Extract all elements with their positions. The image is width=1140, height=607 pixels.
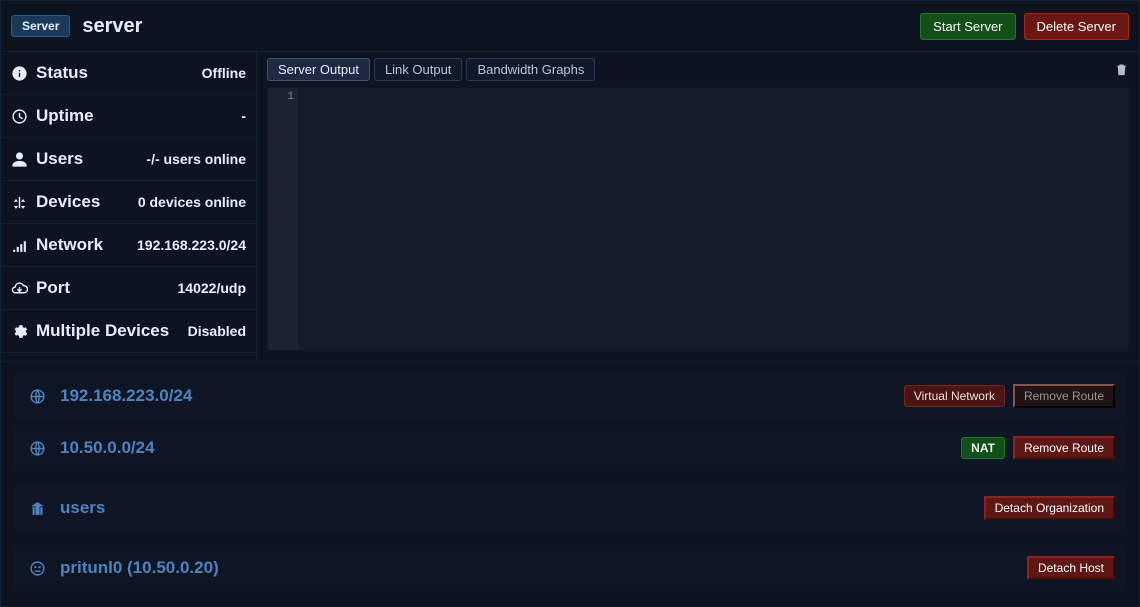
host-name: pritunl0 (10.50.0.20) xyxy=(60,558,219,578)
tab-bandwidth-graphs[interactable]: Bandwidth Graphs xyxy=(466,58,595,81)
sidebar-row-uptime: Uptime - xyxy=(1,95,256,138)
user-icon xyxy=(11,151,28,168)
sidebar-value-status: Offline xyxy=(202,65,246,81)
gear-icon xyxy=(11,323,28,340)
sidebar-label-status: Status xyxy=(36,63,88,83)
sidebar-value-users: -/- users online xyxy=(146,151,246,167)
detach-host-button[interactable]: Detach Host xyxy=(1027,556,1115,580)
route-row: 10.50.0.0/24 NAT Remove Route xyxy=(14,426,1126,470)
console-body[interactable] xyxy=(298,88,1128,350)
tab-link-output[interactable]: Link Output xyxy=(374,58,463,81)
delete-server-button[interactable]: Delete Server xyxy=(1024,13,1129,40)
body-row: Status Offline Uptime - Users -/- users … xyxy=(1,52,1139,361)
server-chip: Server xyxy=(11,15,70,37)
sidebar-label-network: Network xyxy=(36,235,103,255)
sidebar-row-multiple-devices: Multiple Devices Disabled xyxy=(1,310,256,353)
nat-badge: NAT xyxy=(961,437,1005,459)
tabs: Server Output Link Output Bandwidth Grap… xyxy=(267,58,595,81)
sidebar-label-port: Port xyxy=(36,278,70,298)
sidebar-value-port: 14022/udp xyxy=(178,280,246,296)
sidebar-label-devices: Devices xyxy=(36,192,100,212)
sidebar-row-port: Port 14022/udp xyxy=(1,267,256,310)
header-left: Server server xyxy=(11,15,142,38)
globe-icon xyxy=(29,388,46,405)
cloud-icon xyxy=(11,280,28,297)
signal-icon xyxy=(11,237,28,254)
organization-name: users xyxy=(60,498,105,518)
sidebar-row-devices: Devices 0 devices online xyxy=(1,181,256,224)
sidebar-row-network: Network 192.168.223.0/24 xyxy=(1,224,256,267)
globe-icon xyxy=(29,440,46,457)
sidebar-value-devices: 0 devices online xyxy=(138,194,246,210)
route-cidr: 10.50.0.0/24 xyxy=(60,438,155,458)
sidebar-label-multiple-devices: Multiple Devices xyxy=(36,321,169,341)
info-icon xyxy=(11,65,28,82)
host-row: pritunl0 (10.50.0.20) Detach Host xyxy=(14,546,1126,590)
organization-row: users Detach Organization xyxy=(14,486,1126,530)
sidebar: Status Offline Uptime - Users -/- users … xyxy=(1,52,257,361)
clock-icon xyxy=(11,108,28,125)
sidebar-value-uptime: - xyxy=(241,108,246,124)
tabs-row: Server Output Link Output Bandwidth Grap… xyxy=(267,58,1129,81)
sidebar-row-users: Users -/- users online xyxy=(1,138,256,181)
clear-output-icon[interactable] xyxy=(1114,62,1129,77)
main-panel: Server Output Link Output Bandwidth Grap… xyxy=(257,52,1139,361)
server-header: Server server Start Server Delete Server xyxy=(1,1,1139,52)
sidebar-label-users: Users xyxy=(36,149,83,169)
sidebar-value-multiple-devices: Disabled xyxy=(188,323,246,339)
console-line-number: 1 xyxy=(268,91,294,103)
virtual-network-badge: Virtual Network xyxy=(904,385,1005,407)
console: 1 xyxy=(267,87,1129,351)
devices-icon xyxy=(11,194,28,211)
host-icon xyxy=(29,560,46,577)
server-title: server xyxy=(82,15,142,38)
sidebar-value-network: 192.168.223.0/24 xyxy=(137,237,246,253)
start-server-button[interactable]: Start Server xyxy=(920,13,1015,40)
remove-route-button: Remove Route xyxy=(1013,384,1115,408)
console-gutter: 1 xyxy=(268,88,298,350)
list-rows: 192.168.223.0/24 Virtual Network Remove … xyxy=(1,361,1139,606)
sidebar-row-status: Status Offline xyxy=(1,52,256,95)
route-cidr: 192.168.223.0/24 xyxy=(60,386,192,406)
sidebar-label-uptime: Uptime xyxy=(36,106,94,126)
organization-icon xyxy=(29,500,46,517)
route-row: 192.168.223.0/24 Virtual Network Remove … xyxy=(14,374,1126,418)
detach-organization-button[interactable]: Detach Organization xyxy=(984,496,1115,520)
tab-server-output[interactable]: Server Output xyxy=(267,58,370,81)
header-right: Start Server Delete Server xyxy=(920,13,1129,40)
remove-route-button[interactable]: Remove Route xyxy=(1013,436,1115,460)
